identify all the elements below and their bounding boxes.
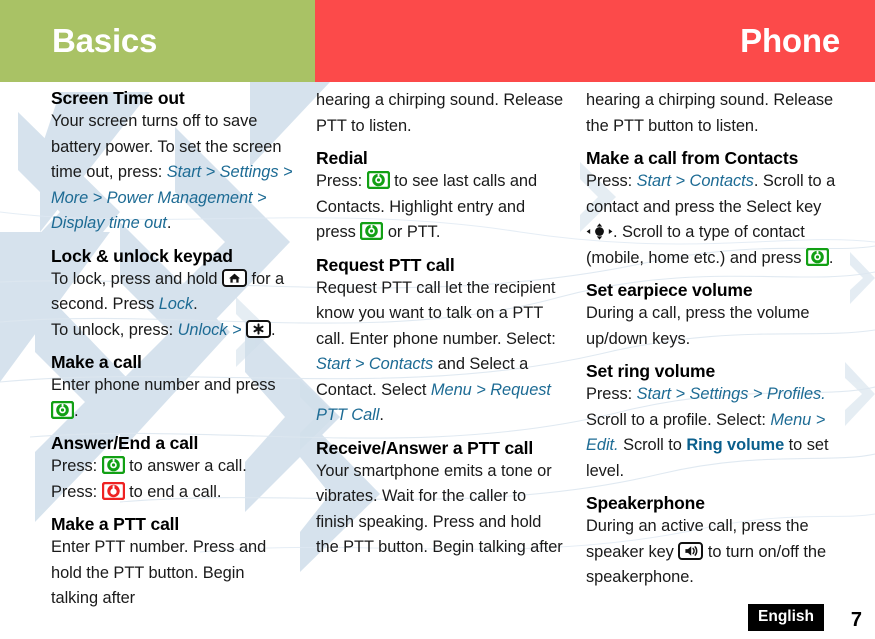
asterisk-key-icon: [245, 319, 271, 338]
language-badge: English: [748, 604, 824, 631]
body-text: Press:: [316, 172, 367, 190]
send-key-icon: [366, 171, 390, 189]
body-text: To unlock, press:: [51, 320, 178, 339]
menu-path-text: Start > Settings > Profiles.: [636, 385, 826, 403]
menu-option-text: Ring volume: [686, 436, 785, 454]
section-body-answer-end-a-call: Press: to answer a call. Press: to end a …: [51, 454, 294, 505]
speaker-key-icon: [678, 541, 704, 560]
body-text: Enter phone number and press: [51, 376, 276, 394]
body-text: .: [74, 401, 79, 420]
body-text: Request PTT call let the recipient know …: [316, 278, 556, 348]
body-text: hearing a chirping sound. Release PTT to…: [316, 91, 564, 135]
menu-path-text: Unlock >: [177, 320, 246, 339]
body-text: Press:: [586, 172, 637, 190]
section-heading-answer-end-a-call: Answer/End a call: [51, 433, 199, 453]
page-number: 7: [850, 609, 862, 631]
section-heading-make-a-call: Make a call: [51, 352, 142, 372]
column-1: Screen Time out Your screen turns off to …: [0, 82, 316, 607]
section-body-set-ring-volume: Press: Start > Settings > Profiles. Scro…: [586, 382, 845, 484]
page-header: Basics Phone: [0, 0, 875, 82]
section-body-lock-unlock-keypad: To lock, press and hold for a second. Pr…: [51, 267, 294, 344]
body-text: Scroll to: [618, 436, 687, 454]
section-heading-speakerphone: Speakerphone: [586, 493, 705, 513]
header-right-band: Phone: [315, 0, 875, 82]
section-heading-make-call-from-contacts: Make a call from Contacts: [586, 148, 799, 168]
body-text: During a call, press the volume up/down …: [586, 304, 810, 348]
header-section-title: Basics: [52, 22, 158, 59]
section-body-make-a-call: Enter phone number and press .: [51, 373, 294, 424]
section-heading-set-earpiece-volume: Set earpiece volume: [586, 280, 753, 300]
send-key-icon: [805, 247, 829, 266]
menu-path-text: Start > Contacts: [316, 355, 434, 373]
section-body-screen-time-out: Your screen turns off to save battery po…: [51, 109, 294, 237]
body-text: hearing a chirping sound. Release the PT…: [586, 91, 834, 135]
body-text: . Scroll to a type of contact (mobile, h…: [586, 223, 806, 267]
body-text: to answer a call.: [124, 457, 247, 475]
body-text: .: [193, 295, 198, 313]
menu-path-text: Start > Contacts: [636, 172, 754, 190]
body-text: .: [379, 406, 384, 424]
section-heading-lock-unlock-keypad: Lock & unlock keypad: [51, 245, 233, 266]
manual-page: Basics Phone Screen Time out Your screen …: [0, 0, 875, 639]
section-body-receive-answer-ptt-call: Your smartphone emits a tone or vibrates…: [316, 459, 568, 561]
section-body-request-ptt-call: Request PTT call let the recipient know …: [316, 276, 568, 429]
body-text: to end a call.: [124, 482, 222, 501]
menu-path-text: Lock: [158, 295, 194, 313]
body-text: .: [270, 320, 276, 339]
section-body-make-call-from-contacts: Press: Start > Contacts. Scroll to a con…: [586, 169, 845, 271]
section-heading-set-ring-volume: Set ring volume: [586, 361, 716, 381]
send-key-icon: [360, 222, 384, 240]
body-text: Your smartphone emits a tone or vibrates…: [316, 461, 563, 557]
header-topic-title: Phone: [740, 22, 840, 59]
body-text: To lock, press and hold: [51, 269, 222, 288]
section-body-ptt-continuation: hearing a chirping sound. Release PTT to…: [316, 88, 568, 139]
send-key-icon: [101, 456, 125, 474]
page-footer: English 7: [0, 593, 875, 639]
column-2: hearing a chirping sound. Release PTT to…: [316, 82, 586, 582]
body-text: Scroll to a profile. Select:: [586, 410, 771, 429]
section-body-speakerphone: During an active call, press the speaker…: [586, 514, 845, 591]
header-left-band: Basics: [0, 0, 315, 82]
body-text: .: [828, 248, 834, 267]
select-key-icon: [586, 223, 613, 240]
section-body-redial: Press: to see last calls and Contacts. H…: [316, 169, 568, 246]
column-3: hearing a chirping sound. Release the PT…: [586, 82, 875, 586]
home-key-icon: [222, 268, 247, 287]
section-heading-redial: Redial: [316, 148, 368, 168]
send-key-icon: [51, 400, 74, 419]
body-text: .: [166, 214, 172, 232]
body-text: Press:: [51, 457, 102, 475]
section-heading-screen-time-out: Screen Time out: [51, 88, 185, 108]
body-text: or PTT.: [383, 223, 441, 241]
body-text: Press:: [586, 385, 637, 403]
section-body-ptt-continuation-2: hearing a chirping sound. Release the PT…: [586, 88, 845, 139]
section-heading-request-ptt-call: Request PTT call: [316, 254, 455, 275]
end-key-icon: [101, 481, 125, 500]
section-heading-receive-answer-ptt-call: Receive/Answer a PTT call: [316, 437, 534, 458]
body-text: Press:: [51, 482, 102, 501]
section-body-set-earpiece-volume: During a call, press the volume up/down …: [586, 301, 845, 352]
content-columns: Screen Time out Your screen turns off to …: [0, 82, 875, 607]
section-heading-make-a-ptt-call: Make a PTT call: [51, 514, 180, 534]
